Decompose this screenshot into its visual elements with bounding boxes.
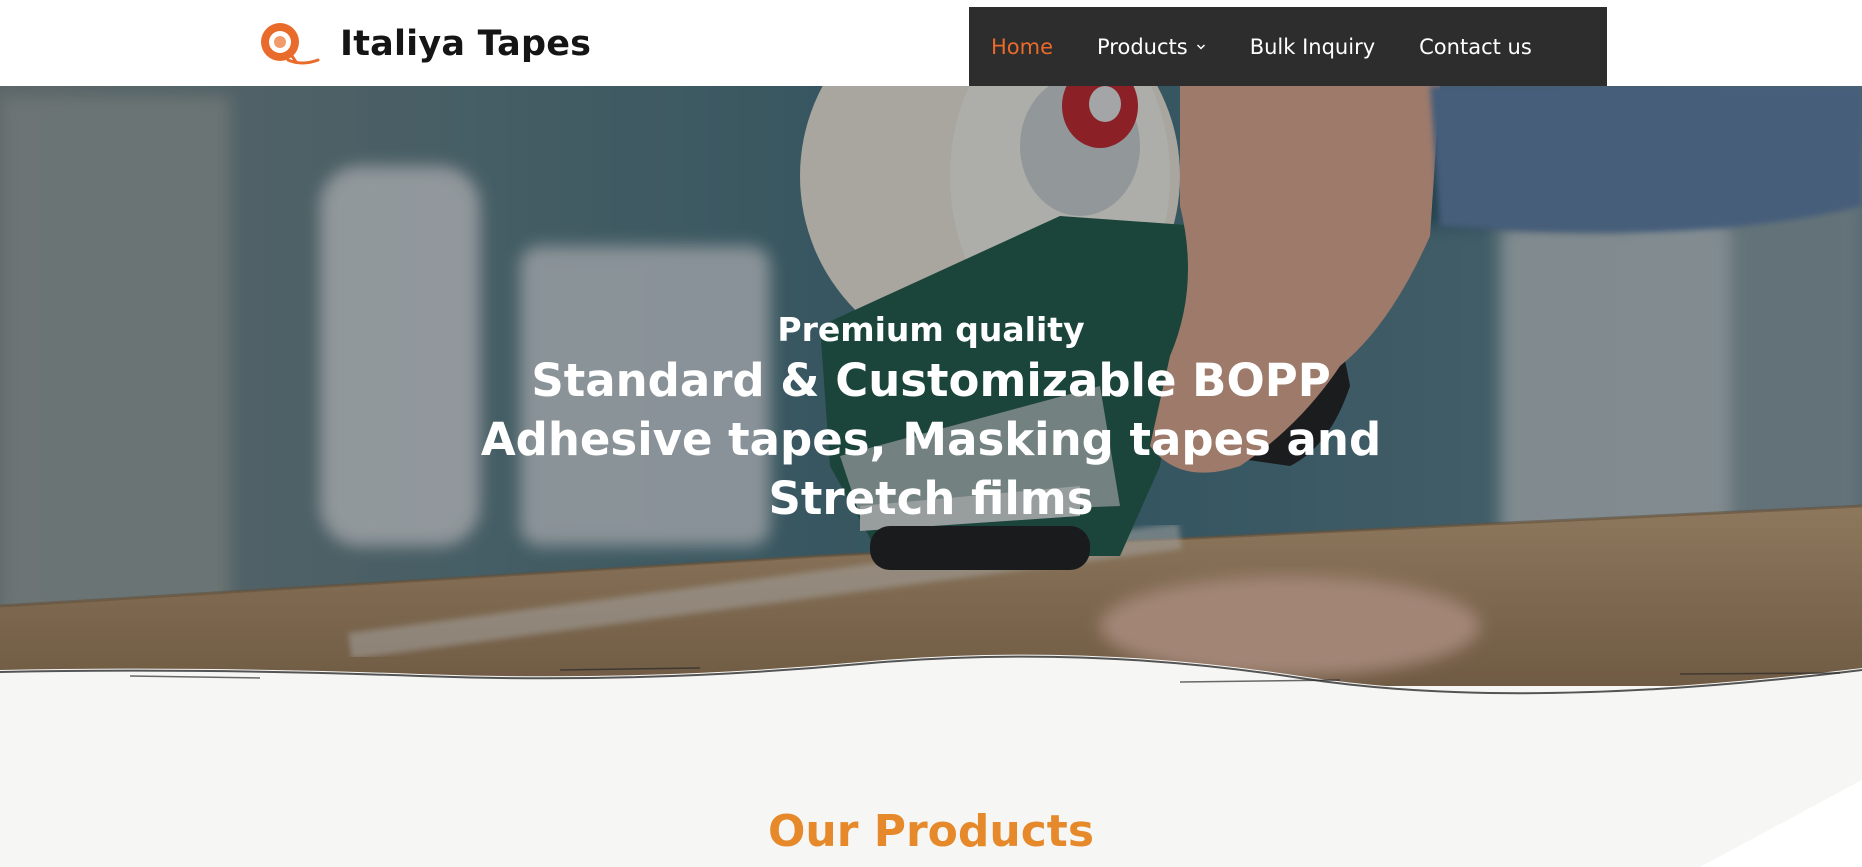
nav-item-home[interactable]: Home: [991, 35, 1053, 59]
section-title-our-products: Our Products: [767, 806, 1095, 857]
nav-item-label: Products: [1097, 34, 1188, 59]
wave-divider: [0, 654, 1862, 720]
nav-item-products[interactable]: Products: [1097, 35, 1206, 59]
main-nav: Home Products Bulk Inquiry Contact us: [969, 7, 1607, 86]
hero-eyebrow: Premium quality: [777, 310, 1085, 349]
hero-title: Standard & Customizable BOPP Adhesive ta…: [480, 354, 1382, 525]
chevron-down-icon: [1196, 43, 1205, 50]
nav-item-label: Bulk Inquiry: [1249, 34, 1376, 59]
brand-name: Italiya Tapes: [340, 24, 592, 64]
nav-item-label: Contact us: [1419, 34, 1532, 59]
hero-banner: Premium quality Standard & Customizable …: [0, 86, 1862, 686]
site-header: Italiya Tapes Home Products Bulk Inquiry…: [0, 0, 1862, 86]
brand[interactable]: Italiya Tapes: [258, 20, 591, 68]
nav-item-contact-us[interactable]: Contact us: [1419, 35, 1532, 59]
tape-roll-icon: [261, 23, 320, 65]
nav-item-label: Home: [991, 34, 1054, 59]
nav-item-bulk-inquiry[interactable]: Bulk Inquiry: [1250, 35, 1375, 59]
